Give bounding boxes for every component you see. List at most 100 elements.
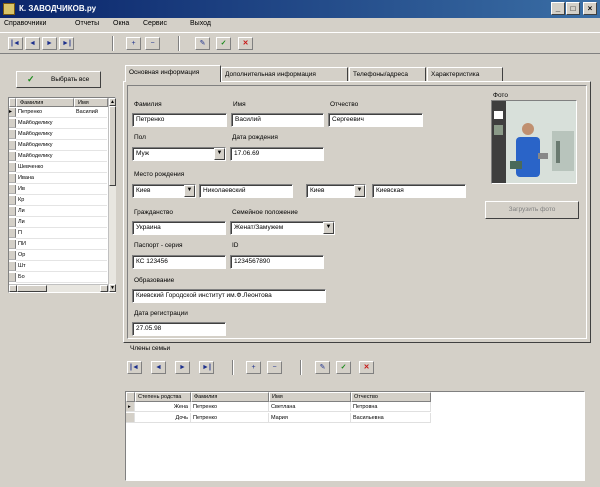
last-record-button[interactable]: ►| — [59, 37, 74, 50]
row-indicator[interactable] — [9, 218, 16, 227]
employee-surname-cell[interactable]: Шт — [18, 263, 73, 269]
employee-surname-cell[interactable]: ПИ — [18, 241, 73, 247]
rel-patronymic-cell[interactable]: Васильевна — [351, 413, 431, 423]
row-indicator[interactable] — [9, 240, 16, 249]
prev-record-button[interactable]: ◄ — [25, 37, 40, 50]
employee-surname-cell[interactable]: Ли — [18, 208, 73, 214]
employee-row[interactable]: Шевченко — [9, 163, 115, 173]
sex-select[interactable]: Муж ▼ — [132, 147, 226, 161]
row-indicator[interactable] — [9, 273, 16, 282]
rel-surname-cell[interactable]: Петренко — [191, 413, 269, 423]
rel-name-cell[interactable]: Мария — [269, 413, 351, 423]
row-indicator[interactable] — [9, 251, 16, 260]
scroll-up-arrow-icon[interactable]: ▲ — [109, 98, 116, 106]
row-indicator[interactable]: ▸ — [126, 402, 135, 412]
birth-district-field[interactable]: Николаевский — [199, 184, 293, 198]
row-indicator[interactable] — [9, 163, 16, 172]
relation-cell[interactable]: Дочь — [135, 413, 191, 423]
row-indicator[interactable] — [9, 141, 16, 150]
patronymic-field[interactable]: Сергеевич — [328, 113, 423, 127]
surname-field[interactable]: Петренко — [132, 113, 227, 127]
row-indicator[interactable]: ▸ — [9, 108, 16, 117]
reg-date-field[interactable]: 27.05.98 — [132, 322, 226, 336]
cancel-edit-button[interactable]: ✕ — [238, 37, 253, 50]
column-header-name[interactable]: Имя — [74, 98, 108, 107]
scroll-down-arrow-icon[interactable]: ▼ — [109, 284, 116, 292]
relatives-post-button[interactable]: ✓ — [336, 361, 351, 374]
employee-surname-cell[interactable]: Ивана — [18, 175, 73, 181]
employee-row[interactable]: Ли — [9, 218, 115, 228]
relatives-last-button[interactable]: ►| — [199, 361, 214, 374]
relatives-cancel-button[interactable]: ✕ — [359, 361, 374, 374]
relatives-next-button[interactable]: ► — [175, 361, 190, 374]
citizenship-field[interactable]: Украина — [132, 221, 226, 235]
scroll-left-arrow-icon[interactable] — [9, 285, 17, 292]
education-field[interactable]: Киевский Городской институт им.Ф.Леонтов… — [132, 289, 326, 303]
employee-row[interactable]: Ор — [9, 251, 115, 261]
next-record-button[interactable]: ► — [42, 37, 57, 50]
relatives-prev-button[interactable]: ◄ — [151, 361, 166, 374]
minimize-button[interactable]: _ — [551, 2, 565, 15]
employee-row[interactable]: Майбоделику — [9, 141, 115, 151]
employee-surname-cell[interactable]: Ор — [18, 252, 73, 258]
employee-surname-cell[interactable]: Майбоделику — [18, 142, 73, 148]
birth-date-field[interactable]: 17.06.69 — [230, 147, 324, 161]
scroll-right-arrow-icon[interactable] — [100, 285, 108, 292]
employee-name-cell[interactable]: Василий — [76, 109, 108, 115]
delete-record-button[interactable]: − — [145, 37, 160, 50]
menu-item-reports[interactable]: Отчеты — [75, 20, 99, 27]
relatives-edit-button[interactable]: ✎ — [315, 361, 330, 374]
employee-surname-cell[interactable]: Шевченко — [18, 164, 73, 170]
employee-row[interactable]: Майбоделику — [9, 130, 115, 140]
row-indicator[interactable] — [9, 262, 16, 271]
employee-row[interactable]: Бо — [9, 273, 115, 283]
chevron-down-icon[interactable]: ▼ — [214, 148, 225, 160]
h-scroll-thumb[interactable] — [17, 285, 47, 292]
employee-surname-cell[interactable]: Петренко — [18, 109, 73, 115]
relatives-grid[interactable]: Степень родства Фамилия Имя Отчество ▸ Же… — [125, 391, 585, 481]
row-indicator[interactable] — [9, 185, 16, 194]
employee-surname-cell[interactable]: Ив — [18, 186, 73, 192]
first-record-button[interactable]: |◄ — [8, 37, 23, 50]
row-indicator[interactable] — [9, 152, 16, 161]
column-header-rel-surname[interactable]: Фамилия — [191, 392, 269, 402]
birth-region-select[interactable]: Киев ▼ — [306, 184, 366, 198]
row-indicator[interactable] — [9, 119, 16, 128]
employee-row[interactable]: П — [9, 229, 115, 239]
marital-status-select[interactable]: Женат/Замужем ▼ — [230, 221, 335, 235]
row-indicator[interactable] — [9, 196, 16, 205]
employee-row[interactable]: Ив — [9, 185, 115, 195]
employee-row[interactable]: Ли — [9, 207, 115, 217]
employee-surname-cell[interactable]: Ли — [18, 219, 73, 225]
rel-name-cell[interactable]: Светлана — [269, 402, 351, 412]
employee-row[interactable]: ▸ Петренко Василий — [9, 108, 115, 118]
tab-main-info[interactable]: Основная информация — [125, 65, 221, 82]
employee-surname-cell[interactable]: Майбоделику — [18, 120, 73, 126]
close-button[interactable]: × — [583, 2, 597, 15]
name-field[interactable]: Василий — [231, 113, 324, 127]
birth-city-select[interactable]: Киев ▼ — [132, 184, 196, 198]
maximize-button[interactable]: □ — [566, 2, 580, 15]
employee-row[interactable]: Майбоделику — [9, 119, 115, 129]
chevron-down-icon[interactable]: ▼ — [184, 185, 195, 197]
title-bar[interactable]: К. ЗАВОДЧИКОВ.ру _ □ × — [0, 0, 600, 18]
relatives-delete-button[interactable]: − — [267, 361, 282, 374]
row-indicator[interactable] — [9, 207, 16, 216]
relatives-first-button[interactable]: |◄ — [127, 361, 142, 374]
select-all-button[interactable]: ✓ Выбрать все — [16, 71, 101, 88]
relation-cell[interactable]: Жена — [135, 402, 191, 412]
horizontal-scrollbar[interactable] — [9, 284, 108, 292]
employee-row[interactable]: Кр — [9, 196, 115, 206]
employee-surname-cell[interactable]: Майбоделику — [18, 153, 73, 159]
row-indicator[interactable] — [9, 130, 16, 139]
employee-surname-cell[interactable]: Майбоделику — [18, 131, 73, 137]
employee-surname-cell[interactable]: Бо — [18, 274, 73, 280]
chevron-down-icon[interactable]: ▼ — [354, 185, 365, 197]
chevron-down-icon[interactable]: ▼ — [323, 222, 334, 234]
post-record-button[interactable]: ✓ — [216, 37, 231, 50]
tab-additional-info[interactable]: Дополнительная информация — [221, 67, 348, 81]
row-indicator[interactable] — [9, 174, 16, 183]
column-header-surname[interactable]: Фамилия — [16, 98, 74, 107]
birth-oblast-field[interactable]: Киевская — [372, 184, 466, 198]
menu-item-service[interactable]: Сервис — [143, 20, 167, 27]
